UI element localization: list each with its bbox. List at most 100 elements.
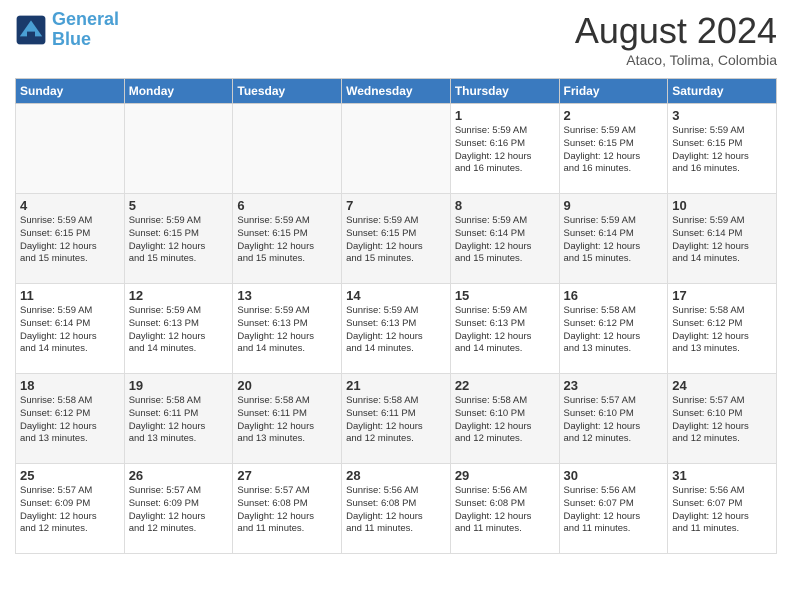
- calendar-cell: 1 Sunrise: 5:59 AM Sunset: 6:16 PM Daylig…: [450, 104, 559, 194]
- calendar-cell: 22 Sunrise: 5:58 AM Sunset: 6:10 PM Dayli…: [450, 374, 559, 464]
- day-content: Sunrise: 5:59 AM Sunset: 6:13 PM Dayligh…: [346, 305, 446, 356]
- day-content: Sunrise: 5:57 AM Sunset: 6:08 PM Dayligh…: [237, 485, 337, 536]
- day-content: Sunrise: 5:59 AM Sunset: 6:15 PM Dayligh…: [564, 125, 664, 176]
- calendar-cell: 21Sunrise: 5:58 AM Sunset: 6:11 PM Dayli…: [342, 374, 451, 464]
- weekday-header: Tuesday: [233, 79, 342, 104]
- day-content: Sunrise: 5:56 AM Sunset: 6:08 PM Dayligh…: [346, 485, 446, 536]
- day-number: 20: [237, 378, 337, 393]
- day-number: 2: [564, 108, 664, 123]
- day-number: 28: [346, 468, 446, 483]
- day-content: Sunrise: 5:58 AM Sunset: 6:10 PM Dayligh…: [455, 395, 555, 446]
- day-number: 25: [20, 468, 120, 483]
- logo-text: General Blue: [52, 10, 119, 50]
- calendar-cell: 19 Sunrise: 5:58 AM Sunset: 6:11 PM Dayli…: [124, 374, 233, 464]
- calendar-cell: 6 Sunrise: 5:59 AM Sunset: 6:15 PM Daylig…: [233, 194, 342, 284]
- day-content: Sunrise: 5:56 AM Sunset: 6:08 PM Dayligh…: [455, 485, 555, 536]
- day-content: Sunrise: 5:57 AM Sunset: 6:09 PM Dayligh…: [20, 485, 120, 536]
- calendar-cell: 26Sunrise: 5:57 AM Sunset: 6:09 PM Dayli…: [124, 464, 233, 554]
- day-number: 4: [20, 198, 120, 213]
- calendar-cell: 12 Sunrise: 5:59 AM Sunset: 6:13 PM Dayli…: [124, 284, 233, 374]
- day-content: Sunrise: 5:57 AM Sunset: 6:10 PM Dayligh…: [672, 395, 772, 446]
- day-number: 12: [129, 288, 229, 303]
- calendar-week-row: 25 Sunrise: 5:57 AM Sunset: 6:09 PM Dayli…: [16, 464, 777, 554]
- day-number: 7: [346, 198, 446, 213]
- calendar-cell: 14 Sunrise: 5:59 AM Sunset: 6:13 PM Dayli…: [342, 284, 451, 374]
- day-content: Sunrise: 5:59 AM Sunset: 6:13 PM Dayligh…: [129, 305, 229, 356]
- calendar-table: SundayMondayTuesdayWednesdayThursdayFrid…: [15, 78, 777, 554]
- day-content: Sunrise: 5:59 AM Sunset: 6:15 PM Dayligh…: [672, 125, 772, 176]
- calendar-cell: 16Sunrise: 5:58 AM Sunset: 6:12 PM Dayli…: [559, 284, 668, 374]
- day-number: 29: [455, 468, 555, 483]
- day-content: Sunrise: 5:59 AM Sunset: 6:15 PM Dayligh…: [346, 215, 446, 266]
- day-content: Sunrise: 5:58 AM Sunset: 6:11 PM Dayligh…: [237, 395, 337, 446]
- day-content: Sunrise: 5:58 AM Sunset: 6:12 PM Dayligh…: [20, 395, 120, 446]
- day-number: 9: [564, 198, 664, 213]
- calendar-cell: 7 Sunrise: 5:59 AM Sunset: 6:15 PM Daylig…: [342, 194, 451, 284]
- calendar-cell: [124, 104, 233, 194]
- day-number: 23: [564, 378, 664, 393]
- day-content: Sunrise: 5:57 AM Sunset: 6:09 PM Dayligh…: [129, 485, 229, 536]
- logo-icon: [15, 14, 47, 46]
- calendar-cell: 15Sunrise: 5:59 AM Sunset: 6:13 PM Dayli…: [450, 284, 559, 374]
- day-number: 30: [564, 468, 664, 483]
- calendar-cell: 13 Sunrise: 5:59 AM Sunset: 6:13 PM Dayli…: [233, 284, 342, 374]
- calendar-cell: 24 Sunrise: 5:57 AM Sunset: 6:10 PM Dayli…: [668, 374, 777, 464]
- calendar-week-row: 18Sunrise: 5:58 AM Sunset: 6:12 PM Dayli…: [16, 374, 777, 464]
- day-number: 5: [129, 198, 229, 213]
- day-content: Sunrise: 5:59 AM Sunset: 6:13 PM Dayligh…: [237, 305, 337, 356]
- day-number: 16: [564, 288, 664, 303]
- calendar-cell: 27 Sunrise: 5:57 AM Sunset: 6:08 PM Dayli…: [233, 464, 342, 554]
- day-content: Sunrise: 5:59 AM Sunset: 6:15 PM Dayligh…: [129, 215, 229, 266]
- day-content: Sunrise: 5:59 AM Sunset: 6:16 PM Dayligh…: [455, 125, 555, 176]
- day-content: Sunrise: 5:59 AM Sunset: 6:13 PM Dayligh…: [455, 305, 555, 356]
- day-number: 24: [672, 378, 772, 393]
- day-content: Sunrise: 5:56 AM Sunset: 6:07 PM Dayligh…: [672, 485, 772, 536]
- day-number: 13: [237, 288, 337, 303]
- day-content: Sunrise: 5:58 AM Sunset: 6:12 PM Dayligh…: [672, 305, 772, 356]
- title-block: August 2024 Ataco, Tolima, Colombia: [575, 10, 777, 68]
- logo: General Blue: [15, 10, 119, 50]
- day-number: 3: [672, 108, 772, 123]
- day-number: 10: [672, 198, 772, 213]
- day-content: Sunrise: 5:59 AM Sunset: 6:14 PM Dayligh…: [455, 215, 555, 266]
- calendar-cell: 29 Sunrise: 5:56 AM Sunset: 6:08 PM Dayli…: [450, 464, 559, 554]
- calendar-cell: 30 Sunrise: 5:56 AM Sunset: 6:07 PM Dayli…: [559, 464, 668, 554]
- calendar-week-row: 11Sunrise: 5:59 AM Sunset: 6:14 PM Dayli…: [16, 284, 777, 374]
- day-content: Sunrise: 5:56 AM Sunset: 6:07 PM Dayligh…: [564, 485, 664, 536]
- day-number: 14: [346, 288, 446, 303]
- day-number: 31: [672, 468, 772, 483]
- calendar-cell: 31 Sunrise: 5:56 AM Sunset: 6:07 PM Dayli…: [668, 464, 777, 554]
- day-content: Sunrise: 5:58 AM Sunset: 6:11 PM Dayligh…: [129, 395, 229, 446]
- weekday-header: Thursday: [450, 79, 559, 104]
- day-number: 27: [237, 468, 337, 483]
- calendar-cell: 23 Sunrise: 5:57 AM Sunset: 6:10 PM Dayli…: [559, 374, 668, 464]
- calendar-week-row: 1 Sunrise: 5:59 AM Sunset: 6:16 PM Daylig…: [16, 104, 777, 194]
- calendar-cell: 3 Sunrise: 5:59 AM Sunset: 6:15 PM Daylig…: [668, 104, 777, 194]
- calendar-cell: 10Sunrise: 5:59 AM Sunset: 6:14 PM Dayli…: [668, 194, 777, 284]
- day-number: 22: [455, 378, 555, 393]
- calendar-cell: 17Sunrise: 5:58 AM Sunset: 6:12 PM Dayli…: [668, 284, 777, 374]
- weekday-header: Friday: [559, 79, 668, 104]
- day-number: 19: [129, 378, 229, 393]
- day-content: Sunrise: 5:59 AM Sunset: 6:14 PM Dayligh…: [564, 215, 664, 266]
- day-number: 1: [455, 108, 555, 123]
- day-content: Sunrise: 5:57 AM Sunset: 6:10 PM Dayligh…: [564, 395, 664, 446]
- calendar-week-row: 4 Sunrise: 5:59 AM Sunset: 6:15 PM Daylig…: [16, 194, 777, 284]
- day-number: 11: [20, 288, 120, 303]
- day-number: 21: [346, 378, 446, 393]
- calendar-cell: 9 Sunrise: 5:59 AM Sunset: 6:14 PM Daylig…: [559, 194, 668, 284]
- day-number: 6: [237, 198, 337, 213]
- calendar-cell: 4 Sunrise: 5:59 AM Sunset: 6:15 PM Daylig…: [16, 194, 125, 284]
- calendar-cell: 18Sunrise: 5:58 AM Sunset: 6:12 PM Dayli…: [16, 374, 125, 464]
- calendar-cell: 11Sunrise: 5:59 AM Sunset: 6:14 PM Dayli…: [16, 284, 125, 374]
- calendar-cell: [342, 104, 451, 194]
- calendar-cell: 28 Sunrise: 5:56 AM Sunset: 6:08 PM Dayli…: [342, 464, 451, 554]
- calendar-cell: 25 Sunrise: 5:57 AM Sunset: 6:09 PM Dayli…: [16, 464, 125, 554]
- month-title: August 2024: [575, 10, 777, 52]
- calendar-cell: [233, 104, 342, 194]
- page-header: General Blue August 2024 Ataco, Tolima, …: [15, 10, 777, 68]
- day-content: Sunrise: 5:59 AM Sunset: 6:15 PM Dayligh…: [237, 215, 337, 266]
- day-content: Sunrise: 5:59 AM Sunset: 6:15 PM Dayligh…: [20, 215, 120, 266]
- weekday-header: Sunday: [16, 79, 125, 104]
- calendar-cell: 8Sunrise: 5:59 AM Sunset: 6:14 PM Daylig…: [450, 194, 559, 284]
